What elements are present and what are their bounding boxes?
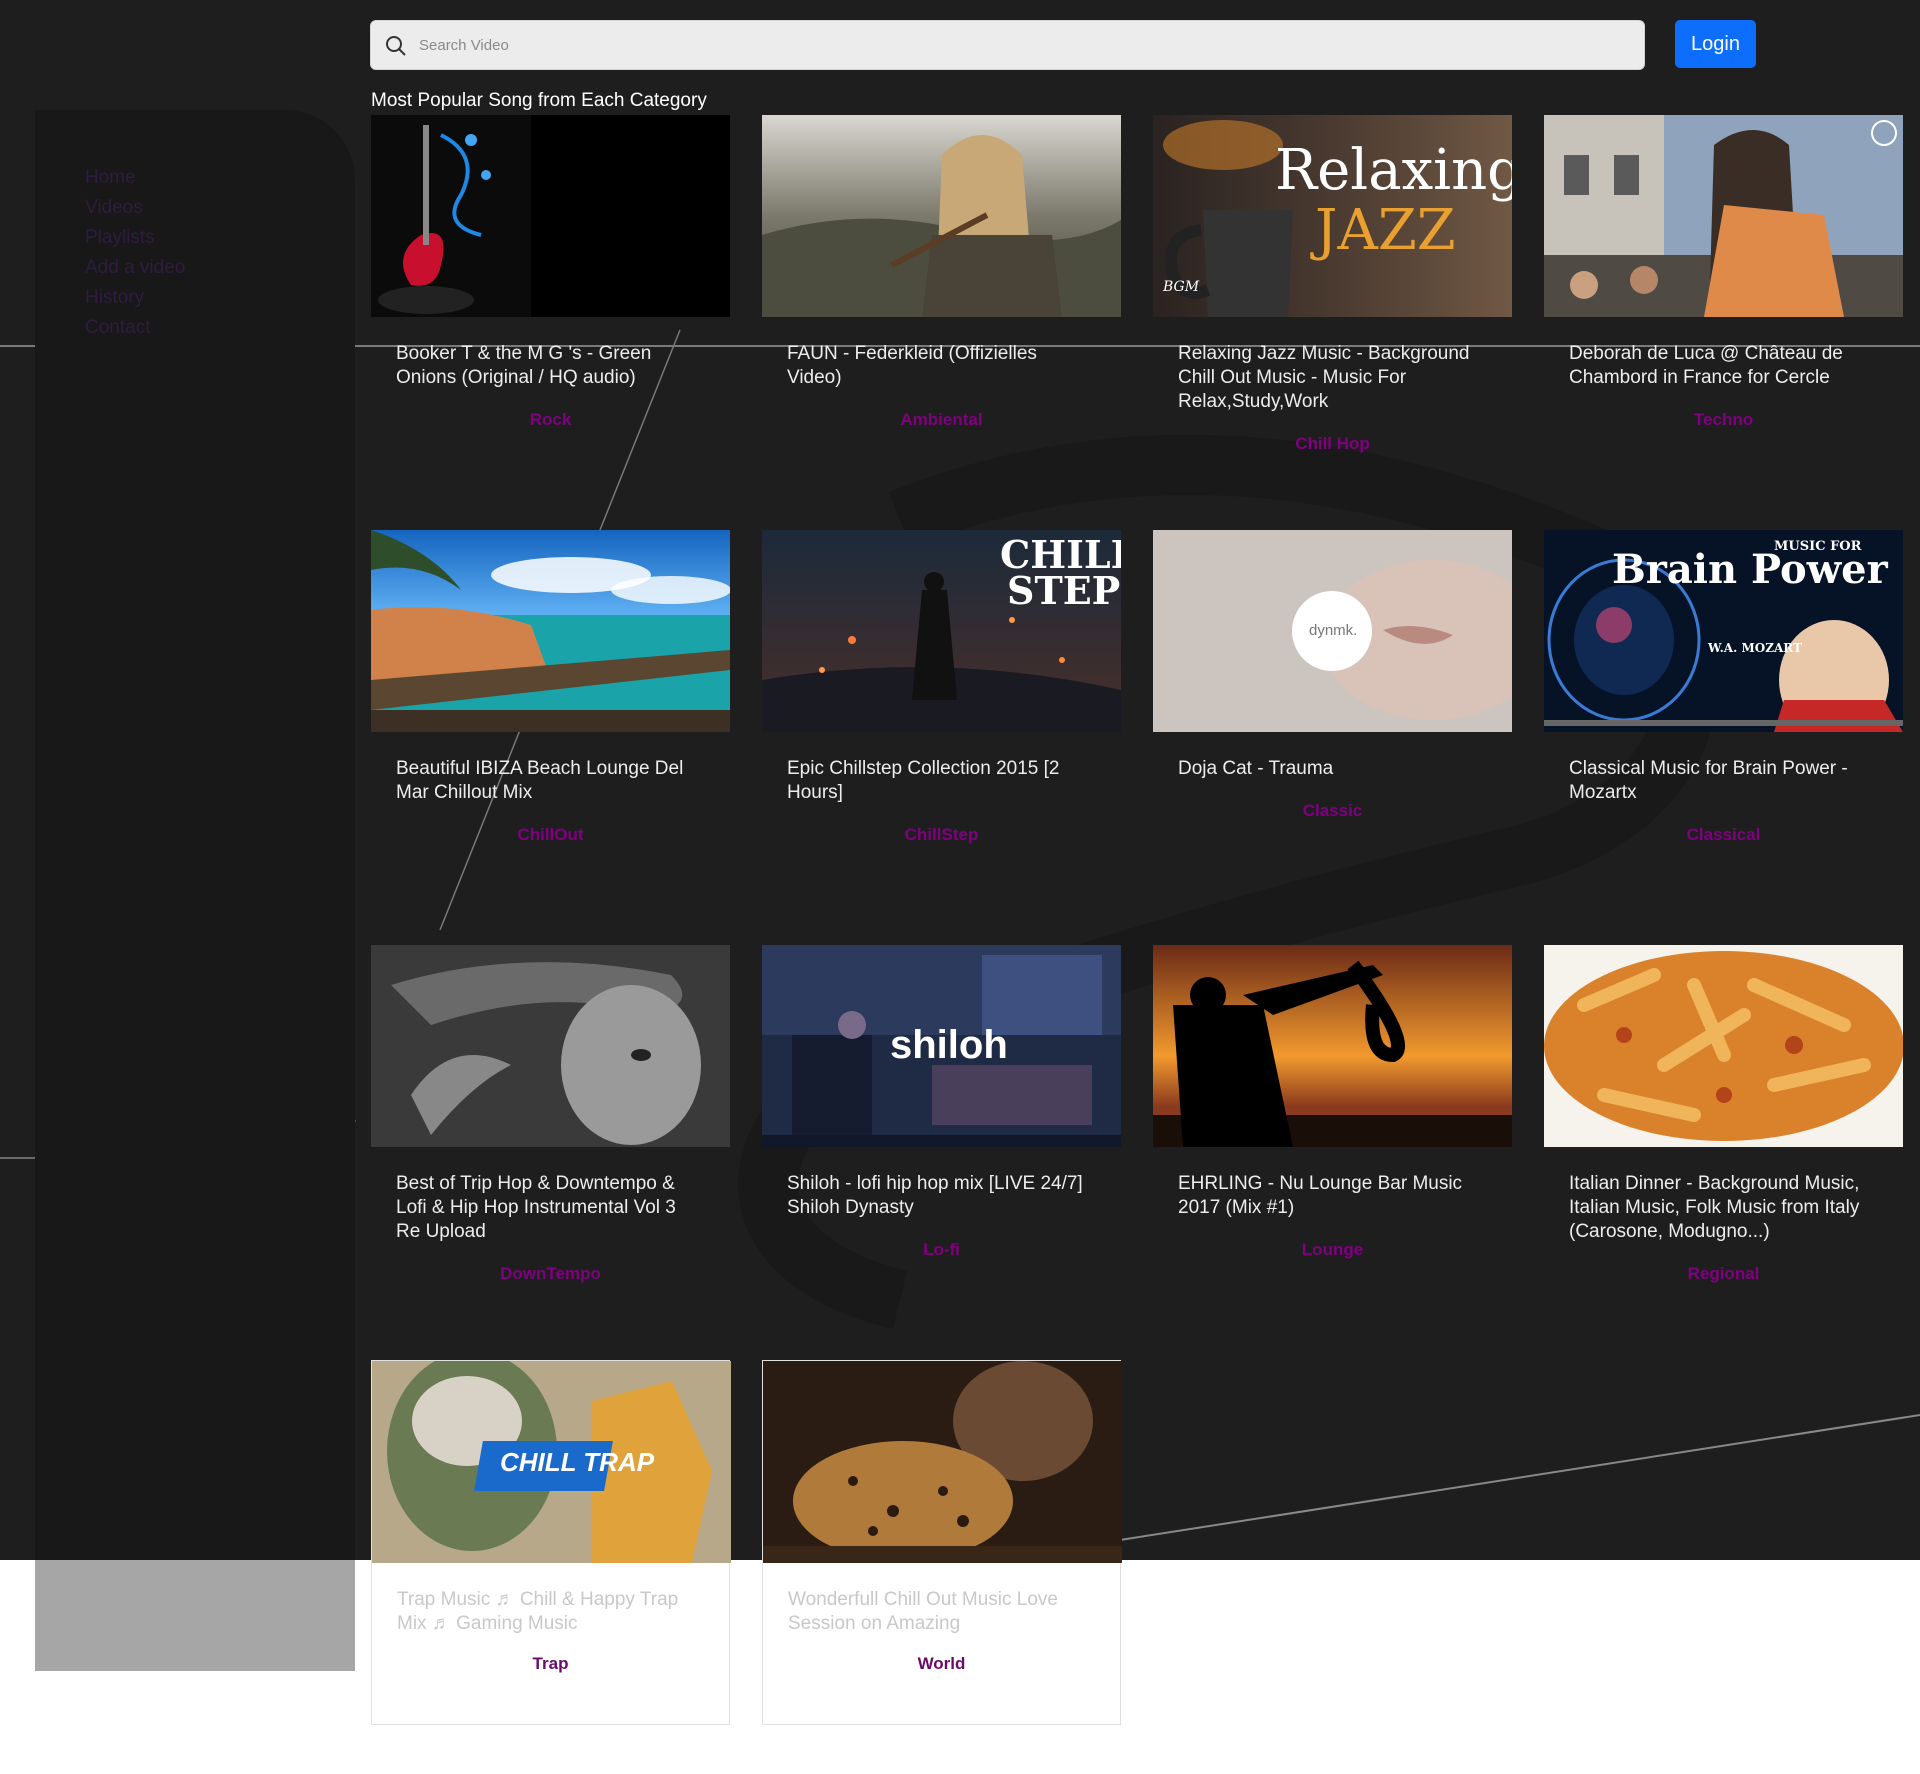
video-thumbnail[interactable] (371, 530, 730, 732)
section-title: Most Popular Song from Each Category (371, 90, 707, 111)
video-category[interactable]: Rock (371, 410, 730, 430)
login-button[interactable]: Login (1675, 20, 1756, 68)
video-thumbnail[interactable]: CHILL STEP (762, 530, 1121, 732)
video-category[interactable]: Classic (1153, 801, 1512, 821)
video-thumbnail[interactable] (762, 115, 1121, 317)
video-category[interactable]: Classical (1544, 825, 1903, 845)
video-category[interactable]: DownTempo (371, 1264, 730, 1284)
video-title[interactable]: FAUN - Federkleid (Offizielles Video) (762, 317, 1121, 390)
search-input[interactable] (419, 21, 1619, 69)
video-title[interactable]: Relaxing Jazz Music - Background Chill O… (1153, 317, 1512, 414)
sidebar-item-videos[interactable]: Videos (85, 193, 185, 223)
video-category[interactable]: Ambiental (762, 410, 1121, 430)
thumbnail-text: W.A. MOZART (1708, 641, 1802, 655)
video-thumbnail[interactable]: MUSIC FOR Brain Power W.A. MOZART (1544, 530, 1903, 732)
video-category[interactable]: ChillOut (371, 825, 730, 845)
video-title[interactable]: Wonderfull Chill Out Music Love Session … (763, 1563, 1120, 1636)
sidebar-item-add-video[interactable]: Add a video (85, 253, 185, 283)
video-card[interactable]: shiloh Shiloh - lofi hip hop mix [LIVE 2… (762, 945, 1121, 1360)
video-thumbnail[interactable] (1544, 945, 1903, 1147)
video-grid: Booker T & the M G 's - Green Onions (Or… (371, 115, 1903, 1725)
video-thumbnail[interactable] (1544, 115, 1903, 317)
video-thumbnail[interactable]: Relaxing JAZZ BGM (1153, 115, 1512, 317)
video-category[interactable]: Lo-fi (762, 1240, 1121, 1260)
video-thumbnail[interactable]: CHILL TRAP (372, 1361, 731, 1563)
sidebar-item-history[interactable]: History (85, 283, 185, 313)
video-title[interactable]: Trap Music ♬ Chill & Happy Trap Mix ♬ Ga… (372, 1563, 729, 1636)
thumbnail-text: STEP (1007, 568, 1121, 613)
video-category[interactable]: Regional (1544, 1264, 1903, 1284)
video-category[interactable]: World (763, 1654, 1120, 1674)
search-bar (370, 20, 1645, 70)
sidebar: Home Videos Playlists Add a video Histor… (35, 110, 355, 1670)
video-thumbnail[interactable] (371, 115, 730, 317)
video-card[interactable]: EHRLING - Nu Lounge Bar Music 2017 (Mix … (1153, 945, 1512, 1360)
thumbnail-text: shiloh (890, 1023, 1008, 1067)
video-card[interactable]: CHILL STEP Epic Chillstep Collection 201… (762, 530, 1121, 945)
video-title[interactable]: Italian Dinner - Background Music, Itali… (1544, 1147, 1903, 1244)
search-icon (386, 36, 406, 56)
video-title[interactable]: Deborah de Luca @ Château de Chambord in… (1544, 317, 1903, 390)
sidebar-item-playlists[interactable]: Playlists (85, 223, 185, 253)
video-title[interactable]: Shiloh - lofi hip hop mix [LIVE 24/7] Sh… (762, 1147, 1121, 1220)
video-card[interactable]: dynmk. Doja Cat - Trauma Classic (1153, 530, 1512, 945)
video-title[interactable]: Booker T & the M G 's - Green Onions (Or… (371, 317, 730, 390)
video-card[interactable]: Relaxing JAZZ BGM Relaxing Jazz Music - … (1153, 115, 1512, 530)
video-title[interactable]: EHRLING - Nu Lounge Bar Music 2017 (Mix … (1153, 1147, 1512, 1220)
video-card[interactable]: CHILL TRAP Trap Music ♬ Chill & Happy Tr… (371, 1360, 731, 1725)
video-card[interactable]: Wonderfull Chill Out Music Love Session … (762, 1360, 1122, 1725)
video-card[interactable]: MUSIC FOR Brain Power W.A. MOZART Classi… (1544, 530, 1903, 945)
thumbnail-text: Relaxing (1275, 138, 1512, 203)
video-card[interactable]: FAUN - Federkleid (Offizielles Video) Am… (762, 115, 1121, 530)
video-category[interactable]: ChillStep (762, 825, 1121, 845)
video-thumbnail[interactable] (1153, 945, 1512, 1147)
sidebar-item-home[interactable]: Home (85, 163, 185, 193)
video-thumbnail[interactable] (371, 945, 730, 1147)
thumbnail-text: JAZZ (1315, 198, 1456, 263)
video-thumbnail[interactable]: shiloh (762, 945, 1121, 1147)
video-title[interactable]: Best of Trip Hop & Downtempo & Lofi & Hi… (371, 1147, 730, 1244)
video-thumbnail[interactable] (763, 1361, 1122, 1563)
video-title[interactable]: Classical Music for Brain Power - Mozart… (1544, 732, 1903, 805)
video-thumbnail[interactable]: dynmk. (1153, 530, 1512, 732)
sidebar-nav: Home Videos Playlists Add a video Histor… (85, 163, 185, 343)
video-card[interactable]: Deborah de Luca @ Château de Chambord in… (1544, 115, 1903, 530)
video-card[interactable]: Best of Trip Hop & Downtempo & Lofi & Hi… (371, 945, 730, 1360)
video-category[interactable]: Chill Hop (1153, 434, 1512, 454)
thumbnail-text: CHILL TRAP (500, 1447, 655, 1477)
video-card[interactable]: Italian Dinner - Background Music, Itali… (1544, 945, 1903, 1360)
video-title[interactable]: Beautiful IBIZA Beach Lounge Del Mar Chi… (371, 732, 730, 805)
sidebar-footer (35, 1560, 355, 1671)
sidebar-item-contact[interactable]: Contact (85, 313, 185, 343)
video-category[interactable]: Trap (372, 1654, 729, 1674)
video-category[interactable]: Techno (1544, 410, 1903, 430)
video-category[interactable]: Lounge (1153, 1240, 1512, 1260)
video-card[interactable]: Booker T & the M G 's - Green Onions (Or… (371, 115, 730, 530)
thumbnail-text: BGM (1163, 279, 1200, 295)
video-title[interactable]: Epic Chillstep Collection 2015 [2 Hours] (762, 732, 1121, 805)
video-card[interactable]: Beautiful IBIZA Beach Lounge Del Mar Chi… (371, 530, 730, 945)
video-title[interactable]: Doja Cat - Trauma (1153, 732, 1512, 781)
thumbnail-text: dynmk. (1309, 622, 1358, 639)
thumbnail-text: Brain Power (1612, 546, 1888, 593)
